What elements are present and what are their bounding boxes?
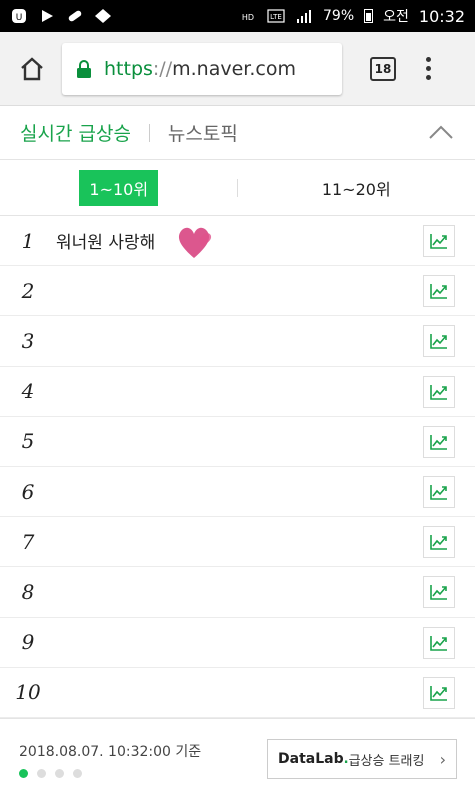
trend-chart-icon: [430, 585, 447, 601]
svg-text:U: U: [16, 13, 23, 23]
trend-chart-icon: [430, 234, 447, 249]
status-bar: U HD LTE 79% 오전 10:32: [0, 0, 475, 32]
range-tab-11-20[interactable]: 11~20위: [238, 160, 475, 215]
trend-chart-icon: [430, 284, 447, 299]
status-time: 10:32: [418, 6, 465, 26]
list-item[interactable]: 5: [0, 417, 475, 467]
list-item[interactable]: 9: [0, 618, 475, 668]
url-bar[interactable]: https://m.naver.com: [62, 42, 342, 95]
ranking-footer: 2018.08.07. 10:32:00 기준 DataLab. 급상승 트래킹…: [0, 718, 475, 800]
timestamp-label: 2018.08.07. 10:32:00 기준: [19, 744, 202, 760]
page-dot[interactable]: [73, 769, 82, 778]
play-icon: [42, 10, 53, 22]
rank-number: 9: [21, 630, 35, 655]
hdplus-icon: HD: [242, 13, 254, 22]
list-item[interactable]: 3: [0, 316, 475, 367]
diamond-icon: [95, 9, 111, 23]
trend-button[interactable]: [423, 526, 455, 559]
range-tab-label: 11~20위: [321, 179, 391, 199]
trend-button[interactable]: [423, 626, 455, 659]
rank-number: 4: [21, 379, 35, 404]
list-item[interactable]: 7: [0, 517, 475, 568]
home-button[interactable]: [14, 51, 50, 87]
url-separator: ://: [152, 57, 173, 80]
trend-button[interactable]: [423, 425, 455, 458]
battery-icon: [364, 9, 374, 23]
heart-sticker-icon: [178, 227, 212, 258]
rank-range-tabs: 1~10위 11~20위: [0, 160, 475, 216]
list-item[interactable]: 10: [0, 668, 475, 718]
range-tab-1-10[interactable]: 1~10위: [0, 160, 238, 215]
rank-number: 10: [15, 680, 41, 705]
trend-button[interactable]: [423, 475, 455, 508]
datalab-tracking-button[interactable]: DataLab. 급상승 트래킹 ›: [267, 739, 457, 779]
rank-number: 7: [21, 529, 35, 554]
tab-switcher-button[interactable]: 18: [370, 56, 396, 81]
trend-chart-icon: [430, 384, 447, 400]
datalab-brand: DataLab: [278, 751, 344, 767]
page-dot[interactable]: [55, 769, 64, 778]
rank-number: 1: [21, 228, 35, 253]
trend-chart-icon: [430, 685, 447, 701]
list-item[interactable]: 4: [0, 367, 475, 417]
svg-text:HD: HD: [242, 13, 254, 22]
rank-number: 8: [21, 579, 35, 604]
browser-toolbar: https://m.naver.com 18: [0, 32, 475, 106]
page-dot-active[interactable]: [19, 769, 28, 778]
tab-realtime-rising[interactable]: 실시간 급상승: [20, 119, 131, 146]
range-divider: [237, 179, 238, 197]
trend-button[interactable]: [423, 225, 455, 257]
page-dot[interactable]: [37, 769, 46, 778]
trend-button[interactable]: [423, 375, 455, 408]
tab-news-topic[interactable]: 뉴스토픽: [168, 119, 238, 146]
trend-button[interactable]: [423, 676, 455, 709]
page-indicator: [19, 769, 82, 778]
status-ampm: 오전: [383, 9, 409, 25]
rank-number: 6: [21, 479, 35, 504]
list-item[interactable]: 6: [0, 467, 475, 518]
app-notification-icon: U: [12, 9, 26, 23]
rank-number: 2: [21, 278, 35, 303]
signal-icon: [297, 10, 311, 23]
list-item[interactable]: 2: [0, 266, 475, 317]
chevron-right-icon: ›: [439, 749, 446, 769]
keyword-label[interactable]: 워너원 사랑해: [56, 228, 155, 253]
section-header: 실시간 급상승 뉴스토픽: [0, 106, 475, 160]
section-divider: [148, 123, 150, 142]
trend-button[interactable]: [423, 576, 455, 609]
trend-chart-icon: [430, 635, 447, 651]
home-icon: [21, 56, 43, 80]
url-scheme: https: [104, 57, 153, 80]
trend-chart-icon: [430, 434, 447, 450]
trend-button[interactable]: [423, 275, 455, 308]
svg-text:LTE: LTE: [270, 13, 282, 21]
ranking-list: 1 워너원 사랑해 2 3 4 5 6 7 8 9 10: [0, 216, 475, 718]
trend-chart-icon: [430, 484, 447, 500]
datalab-label: 급상승 트래킹: [348, 753, 425, 769]
url-host: m.naver.com: [172, 57, 296, 80]
more-menu-icon[interactable]: [426, 57, 431, 80]
rank-number: 5: [21, 429, 35, 454]
list-item[interactable]: 1 워너원 사랑해: [0, 216, 475, 267]
list-item[interactable]: 8: [0, 567, 475, 618]
trend-button[interactable]: [423, 325, 455, 358]
battery-percent: 79%: [323, 8, 355, 24]
lock-icon: [77, 59, 91, 78]
rank-number: 3: [21, 328, 35, 353]
pill-icon: [68, 10, 82, 22]
range-tab-label: 1~10위: [79, 169, 159, 206]
trend-chart-icon: [430, 334, 447, 350]
chevron-up-icon[interactable]: [427, 120, 455, 144]
volte-icon: LTE: [267, 9, 285, 23]
trend-chart-icon: [430, 535, 447, 550]
